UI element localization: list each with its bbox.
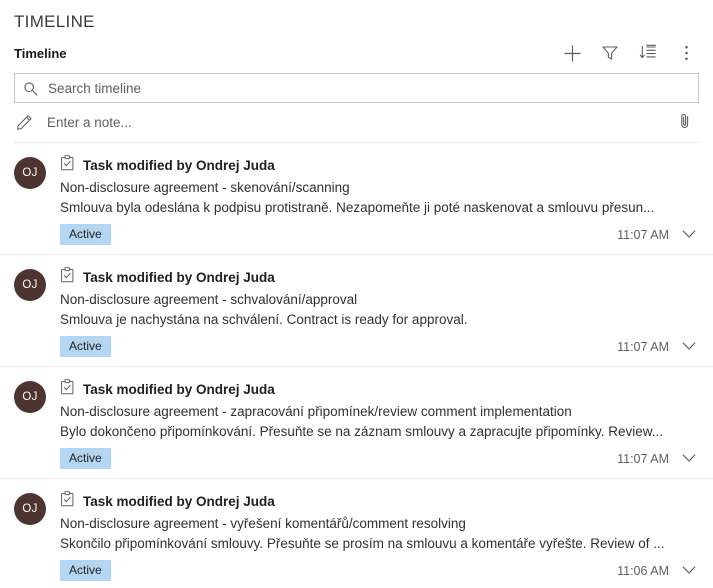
- page-title: TIMELINE: [14, 12, 95, 31]
- record-description: Bylo dokončeno připomínkování. Přesuňte …: [60, 424, 664, 439]
- record-footer: Active 11:07 AM: [60, 448, 701, 469]
- timeline-subheader: Timeline: [0, 33, 713, 69]
- record-description: Smlouva je nachystána na schválení. Cont…: [60, 312, 468, 327]
- record-meta: 11:07 AM: [617, 449, 701, 469]
- record-title-line: Task modified by Ondrej Juda: [60, 379, 701, 400]
- timeline-toolbar: [557, 39, 701, 67]
- search-input[interactable]: [46, 75, 690, 101]
- task-icon: [60, 491, 75, 512]
- status-badge[interactable]: Active: [60, 448, 111, 469]
- status-badge[interactable]: Active: [60, 560, 111, 581]
- record-footer: Active 11:07 AM: [60, 336, 701, 357]
- record-meta: 11:07 AM: [617, 337, 701, 357]
- timeline-record-0[interactable]: OJ Task modified by Ondrej Juda Non-disc…: [0, 143, 713, 255]
- record-title-line: Task modified by Ondrej Juda: [60, 155, 701, 176]
- timeline-record-3[interactable]: OJ Task modified by Ondrej Juda Non-disc…: [0, 479, 713, 588]
- record-timestamp: 11:07 AM: [617, 227, 669, 242]
- expand-record-button[interactable]: [679, 225, 699, 245]
- chevron-down-icon: [682, 451, 696, 466]
- record-title-line: Task modified by Ondrej Juda: [60, 491, 701, 512]
- attach-button[interactable]: [673, 111, 697, 135]
- record-body: Task modified by Ondrej Juda Non-disclos…: [60, 491, 701, 581]
- record-title[interactable]: Task modified by Ondrej Juda: [83, 382, 275, 397]
- record-meta: 11:06 AM: [617, 561, 701, 581]
- record-title[interactable]: Task modified by Ondrej Juda: [83, 494, 275, 509]
- chevron-down-icon: [682, 227, 696, 242]
- record-subject[interactable]: Non-disclosure agreement - skenování/sca…: [60, 178, 701, 198]
- record-title[interactable]: Task modified by Ondrej Juda: [83, 158, 275, 173]
- expand-record-button[interactable]: [679, 449, 699, 469]
- timeline-record-1[interactable]: OJ Task modified by Ondrej Juda Non-disc…: [0, 255, 713, 367]
- record-title-line: Task modified by Ondrej Juda: [60, 267, 701, 288]
- record-description: Smlouva byla odeslána k podpisu protistr…: [60, 200, 655, 215]
- record-body: Task modified by Ondrej Juda Non-disclos…: [60, 155, 701, 245]
- avatar[interactable]: OJ: [14, 381, 46, 413]
- add-button[interactable]: [557, 39, 587, 67]
- task-icon: [60, 267, 75, 288]
- record-description: Skončilo připomínkování smlouvy. Přesuňt…: [60, 536, 665, 551]
- record-timestamp: 11:07 AM: [617, 451, 669, 466]
- chevron-down-icon: [682, 563, 696, 578]
- status-badge[interactable]: Active: [60, 224, 111, 245]
- record-title[interactable]: Task modified by Ondrej Juda: [83, 270, 275, 285]
- expand-record-button[interactable]: [679, 337, 699, 357]
- filter-button[interactable]: [595, 39, 625, 67]
- chevron-down-icon: [682, 339, 696, 354]
- filter-icon: [601, 44, 619, 62]
- sort-button[interactable]: [633, 39, 663, 67]
- timeline-section-label: Timeline: [14, 45, 67, 61]
- expand-record-button[interactable]: [679, 561, 699, 581]
- plus-icon: [563, 44, 582, 63]
- search-box[interactable]: [14, 73, 699, 103]
- paperclip-icon: [677, 112, 693, 133]
- record-body: Task modified by Ondrej Juda Non-disclos…: [60, 267, 701, 357]
- record-footer: Active 11:06 AM: [60, 560, 701, 581]
- task-icon: [60, 379, 75, 400]
- status-badge[interactable]: Active: [60, 336, 111, 357]
- avatar[interactable]: OJ: [14, 493, 46, 525]
- sort-icon: [639, 44, 657, 62]
- record-subject[interactable]: Non-disclosure agreement - zapracování p…: [60, 402, 701, 422]
- record-meta: 11:07 AM: [617, 225, 701, 245]
- record-timestamp: 11:06 AM: [617, 563, 669, 578]
- timeline-record-2[interactable]: OJ Task modified by Ondrej Juda Non-disc…: [0, 367, 713, 479]
- search-icon: [23, 81, 38, 96]
- avatar[interactable]: OJ: [14, 157, 46, 189]
- more-commands-button[interactable]: [671, 39, 701, 67]
- avatar[interactable]: OJ: [14, 269, 46, 301]
- note-input[interactable]: [45, 114, 673, 131]
- note-row[interactable]: [14, 103, 699, 143]
- record-footer: Active 11:07 AM: [60, 224, 701, 245]
- record-subject[interactable]: Non-disclosure agreement - vyřešení kome…: [60, 514, 701, 534]
- task-icon: [60, 155, 75, 176]
- more-vertical-icon: [684, 44, 689, 62]
- timeline-records-list: OJ Task modified by Ondrej Juda Non-disc…: [0, 143, 713, 588]
- pencil-icon: [16, 114, 33, 131]
- record-subject[interactable]: Non-disclosure agreement - schvalování/a…: [60, 290, 701, 310]
- record-timestamp: 11:07 AM: [617, 339, 669, 354]
- record-body: Task modified by Ondrej Juda Non-disclos…: [60, 379, 701, 469]
